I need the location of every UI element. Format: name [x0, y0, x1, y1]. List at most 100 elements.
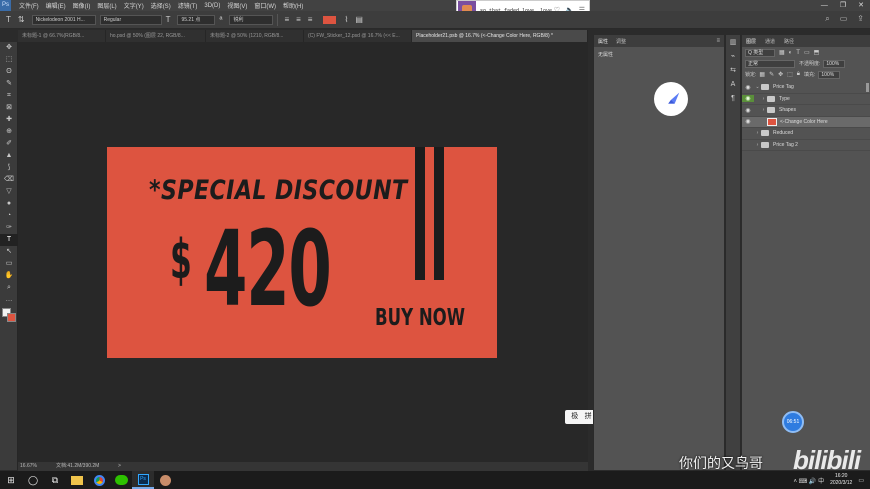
menu-layer[interactable]: 图层(L) [97, 1, 116, 10]
menu-help[interactable]: 帮助(H) [283, 1, 303, 10]
lock-position-icon[interactable]: ✥ [778, 71, 783, 78]
layer-row-change-color[interactable]: ◉ <-Change Color Here [742, 116, 870, 128]
tab-adjustments[interactable]: 调整 [616, 38, 626, 45]
float-tool-2[interactable]: 拼 [585, 410, 592, 424]
eye-icon[interactable]: ◉ [742, 141, 754, 148]
float-tool-1[interactable]: 极 [571, 410, 578, 424]
chevron-down-icon[interactable]: ⌄ [754, 84, 761, 90]
history-panel-icon[interactable]: ▥ [726, 37, 740, 49]
quick-select-tool-icon[interactable]: ✎ [0, 78, 18, 90]
chevron-right-icon[interactable]: › [760, 96, 767, 102]
clock[interactable]: 16:20 2020/3/12 [830, 473, 852, 487]
share-icon[interactable]: ⇪ [857, 14, 864, 24]
layer-row-shapes[interactable]: ◉ › Shapes [742, 105, 870, 117]
pixel-filter-icon[interactable]: ▦ [779, 49, 785, 56]
task-view-icon[interactable]: ⧉ [44, 471, 66, 489]
tab-document-2[interactable]: ho.psd @ 50% (图层 22, RGB/8... [106, 30, 206, 42]
menu-3d[interactable]: 3D(D) [204, 3, 220, 9]
eye-icon[interactable]: ◉ [742, 118, 754, 125]
background-color[interactable] [7, 313, 16, 322]
taskbar-chrome[interactable] [88, 471, 110, 489]
search-icon[interactable]: ⌕ [825, 14, 829, 24]
panel-menu-icon[interactable]: ≡ [716, 38, 720, 44]
taskbar-wechat[interactable] [110, 471, 132, 489]
healing-tool-icon[interactable]: ⊕ [0, 126, 18, 138]
tab-document-3[interactable]: 未标题-2 @ 50% (1210, RGB/8... [206, 30, 304, 42]
fill-field[interactable]: 100% [818, 70, 841, 79]
character-panel-icon[interactable]: ▤ [355, 15, 363, 24]
text-color-swatch[interactable] [323, 15, 337, 24]
price-tag-artboard[interactable]: *SPECIAL DISCOUNT $ 420 BUY NOW [107, 147, 497, 358]
lock-paint-icon[interactable]: ✎ [769, 71, 774, 78]
dodge-tool-icon[interactable]: ◔ [0, 210, 18, 222]
frame-tool-icon[interactable]: ⊠ [0, 102, 18, 114]
buy-now-text[interactable]: BUY NOW [375, 305, 465, 331]
type-tool-icon[interactable]: T [0, 234, 18, 246]
zoom-level[interactable]: 16.67% [20, 462, 37, 471]
lock-all-icon[interactable]: 🔒︎ [797, 71, 800, 78]
currency-symbol[interactable]: $ [170, 228, 192, 291]
marquee-tool-icon[interactable]: ⬚ [0, 54, 18, 66]
eyedropper-tool-icon[interactable]: ✚ [0, 114, 18, 126]
tab-document-1[interactable]: 未标题-1 @ 66.7%(RGB/8... [18, 30, 106, 42]
type-filter-icon[interactable]: T [796, 50, 800, 56]
price-text[interactable]: 420 [204, 217, 332, 321]
layers-scrollbar[interactable] [866, 83, 869, 92]
zoom-tool-icon[interactable]: ⌕ [0, 282, 18, 294]
menu-type[interactable]: 文字(Y) [124, 1, 144, 10]
move-tool-icon[interactable]: ✥ [0, 42, 18, 54]
paragraph-panel-icon[interactable]: ¶ [726, 93, 740, 105]
taskbar-explorer[interactable] [66, 471, 88, 489]
more-tools-icon[interactable]: … [0, 294, 18, 306]
shape-filter-icon[interactable]: ▭ [804, 49, 810, 56]
crop-tool-icon[interactable]: ⌗ [0, 90, 18, 102]
menu-filter[interactable]: 滤镜(T) [178, 1, 198, 10]
eye-icon[interactable]: ◉ [742, 95, 754, 103]
restore-icon[interactable]: ❐ [840, 0, 846, 11]
tab-layers[interactable]: 图层 [746, 38, 756, 45]
layer-row-price-tag-2[interactable]: ◉ › Price Tag 2 [742, 140, 870, 151]
close-icon[interactable]: ✕ [858, 0, 864, 11]
menu-file[interactable]: 文件(F) [19, 1, 39, 10]
taskbar-photoshop[interactable]: Ps [132, 471, 154, 489]
tab-properties[interactable]: 属性 [598, 38, 608, 45]
chevron-right-icon[interactable]: › [760, 107, 767, 113]
warp-text-icon[interactable]: ⌇ [344, 15, 348, 24]
font-size-field[interactable]: 95.21 点 [177, 14, 216, 25]
status-menu-arrow[interactable]: > [118, 462, 121, 471]
rectangle-tool-icon[interactable]: ▭ [0, 258, 18, 270]
menu-view[interactable]: 视图(V) [227, 1, 247, 10]
chevron-right-icon[interactable]: › [754, 142, 761, 148]
tray-icons[interactable]: ˄ ⌨ 🔊 中 [793, 476, 824, 485]
start-icon[interactable]: ⊞ [0, 471, 22, 489]
minimize-icon[interactable]: — [821, 0, 828, 11]
character-panel-icon[interactable]: A [726, 79, 740, 91]
brush-panel-icon[interactable]: ⌁ [726, 51, 740, 63]
bird-logo-icon[interactable] [654, 82, 688, 116]
blend-mode-select[interactable]: 正常 [745, 59, 795, 68]
lock-pixels-icon[interactable]: ▦ [759, 71, 765, 78]
font-family-select[interactable]: Nickelodeon 2001 H... [31, 14, 96, 25]
path-select-tool-icon[interactable]: ↖ [0, 246, 18, 258]
blur-tool-icon[interactable]: ● [0, 198, 18, 210]
special-discount-text[interactable]: *SPECIAL DISCOUNT [149, 175, 408, 206]
color-swatches[interactable] [2, 308, 16, 322]
tab-paths[interactable]: 路径 [784, 38, 794, 45]
chevron-right-icon[interactable]: › [754, 130, 761, 136]
adjust-filter-icon[interactable]: ◐ [789, 50, 793, 56]
menu-select[interactable]: 选择(S) [151, 1, 171, 10]
align-center-icon[interactable]: ≡ [296, 15, 301, 24]
hand-tool-icon[interactable]: ✋ [0, 270, 18, 282]
taskbar-app[interactable] [154, 471, 176, 489]
type-tool-icon[interactable]: T [6, 15, 11, 24]
tab-channels[interactable]: 通道 [765, 38, 775, 45]
menu-edit[interactable]: 编辑(E) [46, 1, 66, 10]
pen-tool-icon[interactable]: ✑ [0, 222, 18, 234]
search-icon[interactable]: ◯ [22, 471, 44, 489]
notification-icon[interactable]: ▭ [858, 477, 864, 484]
antialias-select[interactable]: 锐利 [229, 14, 274, 25]
tab-document-4[interactable]: (C) FW_Sticker_12.psd @ 16.7% (<< E... [304, 30, 412, 42]
layer-row-type[interactable]: ◉ › Type [742, 94, 870, 105]
tab-document-active[interactable]: Placeholder21.psb @ 16.7% (<-Change Colo… [412, 30, 588, 42]
lock-artboard-icon[interactable]: ⬚ [787, 71, 793, 78]
